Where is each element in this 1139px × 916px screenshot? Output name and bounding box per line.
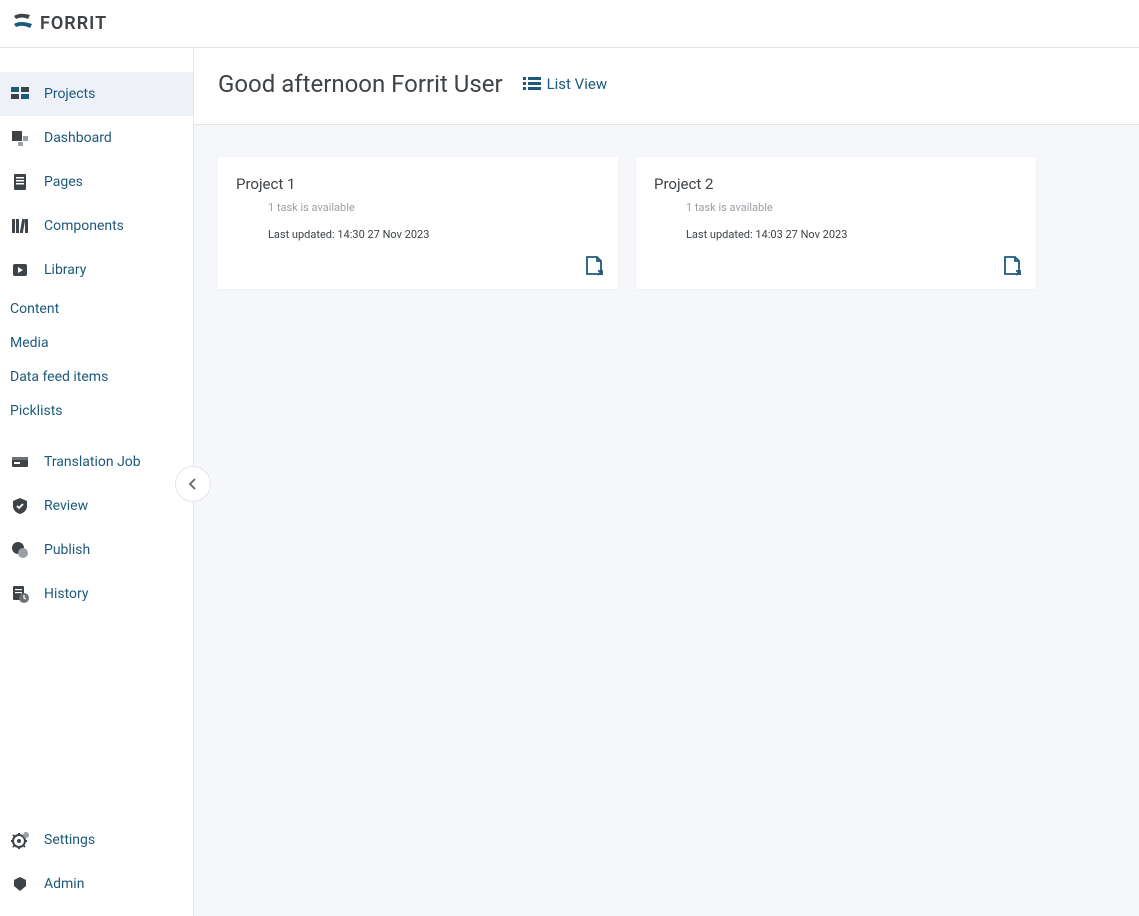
sidebar-item-label: History [44, 586, 89, 602]
sidebar-item-publish[interactable]: Publish [0, 528, 193, 572]
greeting-title: Good afternoon Forrit User [218, 70, 503, 98]
admin-icon [10, 874, 30, 894]
library-icon [10, 260, 30, 280]
project-updated: Last updated: 14:30 27 Nov 2023 [268, 228, 600, 241]
settings-icon [10, 830, 30, 850]
sidebar-item-pages[interactable]: Pages [0, 160, 193, 204]
projects-grid: Project 1 1 task is available Last updat… [194, 125, 1139, 321]
forrit-logo-icon [10, 10, 38, 38]
sidebar-subitem-picklists[interactable]: Picklists [0, 394, 193, 428]
list-view-label: List View [547, 75, 608, 93]
project-card[interactable]: Project 2 1 task is available Last updat… [636, 157, 1036, 289]
publish-icon [10, 540, 30, 560]
components-icon [10, 216, 30, 236]
sidebar-item-library[interactable]: Library [0, 248, 193, 292]
sidebar-item-dashboard[interactable]: Dashboard [0, 116, 193, 160]
sidebar-subitem-label: Data feed items [10, 369, 108, 385]
sidebar-item-settings[interactable]: Settings [0, 818, 193, 862]
app-header: FORRIT [0, 0, 1139, 48]
sidebar-item-review[interactable]: Review [0, 484, 193, 528]
pages-icon [10, 172, 30, 192]
sidebar-subitem-content[interactable]: Content [0, 292, 193, 326]
sidebar-item-label: Pages [44, 174, 83, 190]
list-view-icon [523, 76, 541, 92]
review-icon [10, 496, 30, 516]
project-card[interactable]: Project 1 1 task is available Last updat… [218, 157, 618, 289]
sidebar-item-history[interactable]: History [0, 572, 193, 616]
project-title: Project 1 [236, 175, 600, 193]
project-updated: Last updated: 14:03 27 Nov 2023 [686, 228, 1018, 241]
open-file-icon [584, 255, 604, 277]
main-header: Good afternoon Forrit User List View [194, 48, 1139, 125]
sidebar-subitem-media[interactable]: Media [0, 326, 193, 360]
sidebar-item-label: Translation Job [44, 454, 141, 470]
sidebar-item-label: Components [44, 218, 124, 234]
sidebar-item-admin[interactable]: Admin [0, 862, 193, 906]
sidebar-item-label: Publish [44, 542, 90, 558]
sidebar-collapse-button[interactable] [175, 466, 211, 502]
project-tasks: 1 task is available [268, 201, 600, 214]
translation-icon [10, 452, 30, 472]
brand-name: FORRIT [40, 13, 107, 34]
dashboard-icon [10, 128, 30, 148]
sidebar-subitem-data-feed-items[interactable]: Data feed items [0, 360, 193, 394]
chevron-left-icon [188, 478, 198, 490]
sidebar-subitem-label: Media [10, 335, 49, 351]
history-icon [10, 584, 30, 604]
sidebar-subitem-label: Content [10, 301, 59, 317]
sidebar-item-label: Admin [44, 876, 84, 892]
main-content: Good afternoon Forrit User List View [194, 48, 1139, 916]
projects-icon [10, 84, 30, 104]
sidebar-item-label: Library [44, 262, 86, 278]
sidebar-item-label: Projects [44, 86, 95, 102]
sidebar: Projects Dashboard Pages [0, 48, 194, 916]
project-tasks: 1 task is available [686, 201, 1018, 214]
sidebar-item-label: Review [44, 498, 88, 514]
project-title: Project 2 [654, 175, 1018, 193]
sidebar-item-translation-job[interactable]: Translation Job [0, 440, 193, 484]
project-open-button[interactable] [584, 255, 604, 277]
project-open-button[interactable] [1002, 255, 1022, 277]
list-view-toggle[interactable]: List View [523, 75, 608, 93]
sidebar-item-label: Dashboard [44, 130, 112, 146]
sidebar-subitem-label: Picklists [10, 403, 63, 419]
open-file-icon [1002, 255, 1022, 277]
sidebar-item-label: Settings [44, 832, 95, 848]
sidebar-item-components[interactable]: Components [0, 204, 193, 248]
brand-logo[interactable]: FORRIT [10, 10, 107, 38]
sidebar-item-projects[interactable]: Projects [0, 72, 193, 116]
